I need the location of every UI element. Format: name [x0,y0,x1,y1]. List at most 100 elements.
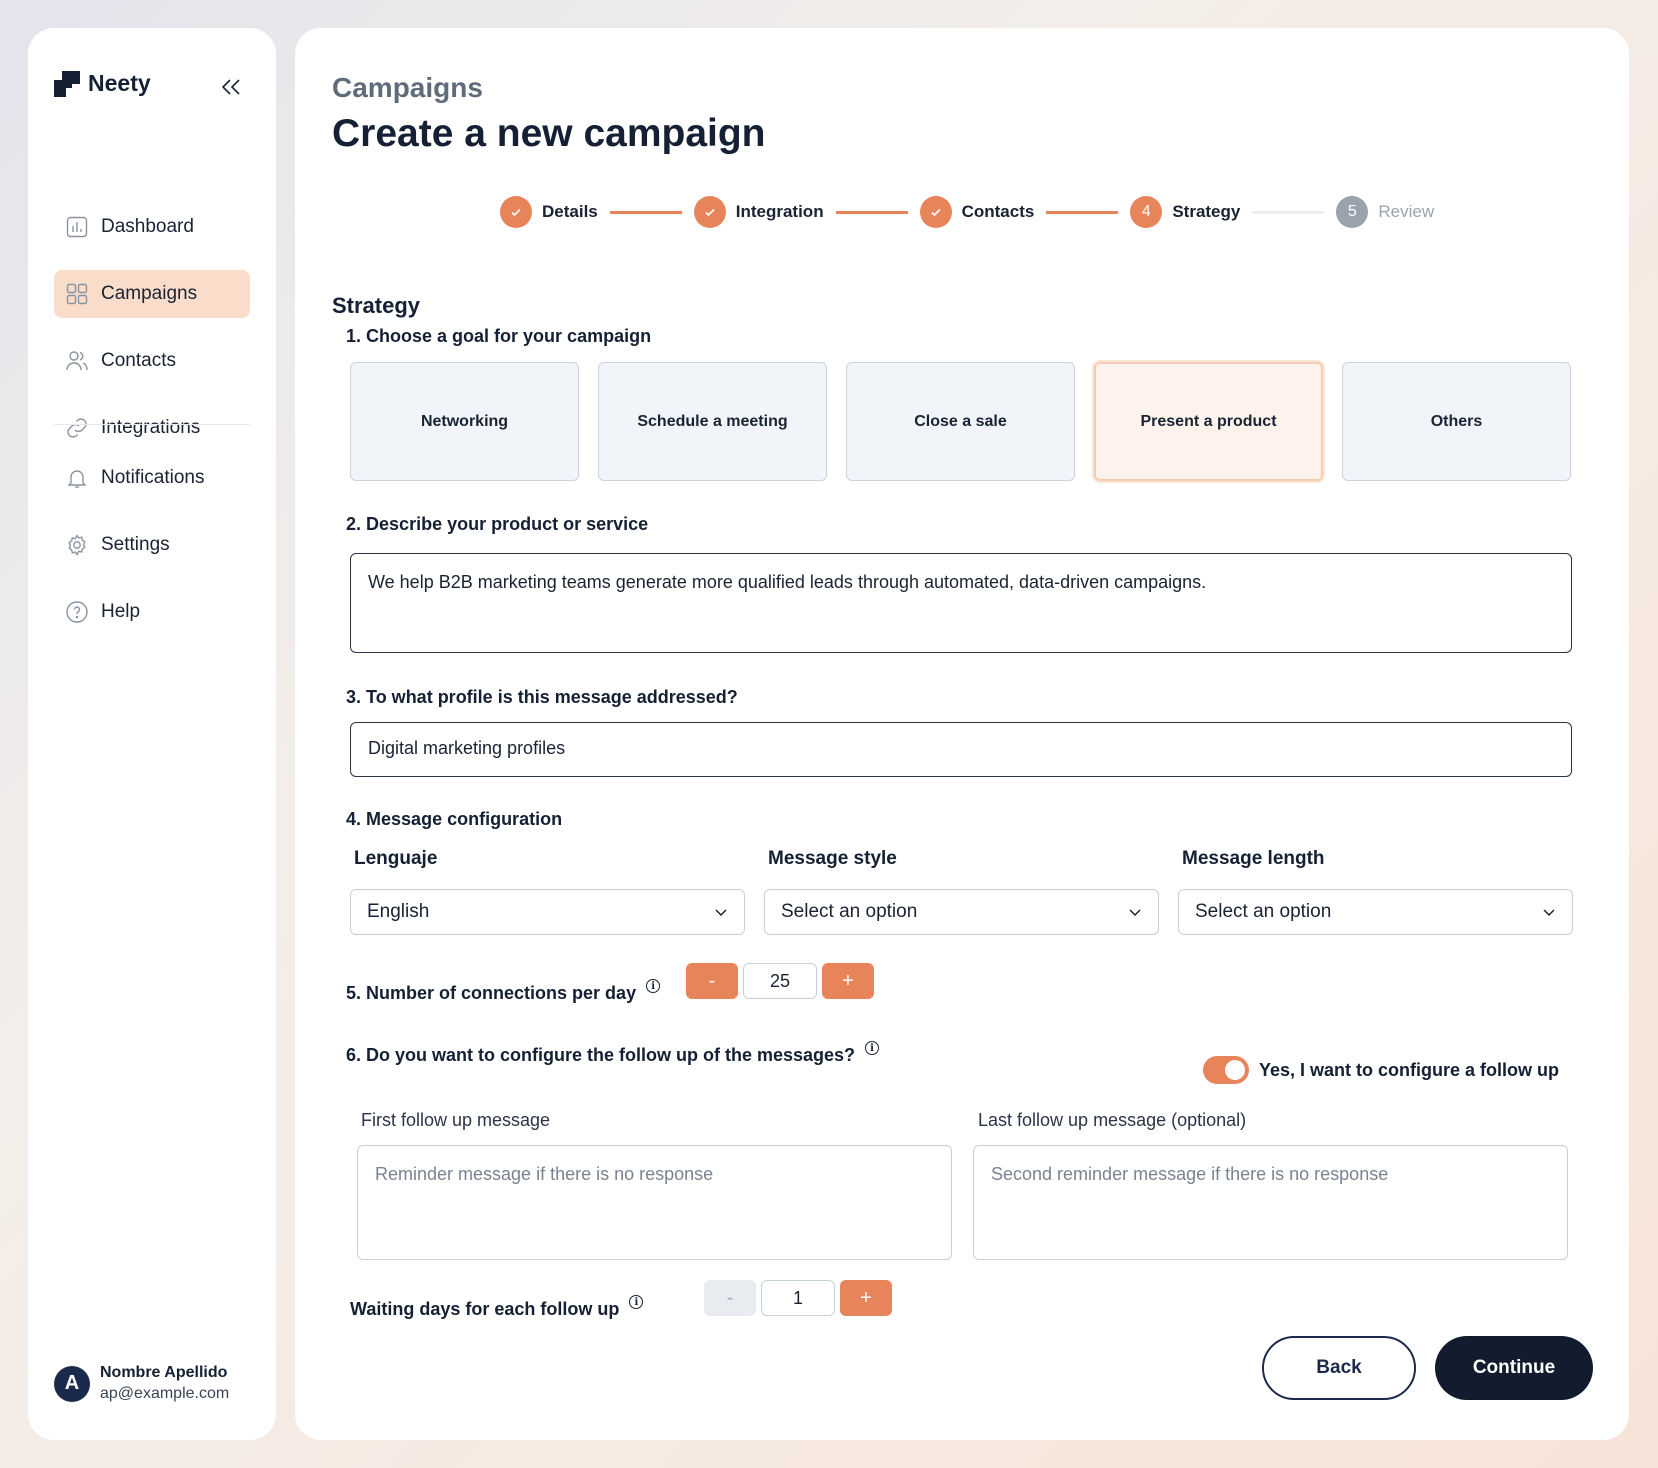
increment-button[interactable]: + [822,963,874,999]
secondary-nav: Notifications Settings Help [54,454,250,655]
primary-nav: Dashboard Campaigns Contacts Integration… [54,203,250,471]
waiting-days-text: Waiting days for each follow up [350,1299,620,1319]
step-label: Contacts [961,202,1035,221]
sidebar-item-campaigns[interactable]: Campaigns [54,270,250,318]
step-connector [835,210,908,214]
sidebar-item-notifications[interactable]: Notifications [54,454,250,502]
brand-name: Neety [88,70,151,96]
question-number: 1. [346,326,362,346]
link-icon [67,418,87,438]
chevron-down-icon [1129,908,1141,916]
sidebar-item-dashboard[interactable]: Dashboard [54,203,250,251]
message-length-select[interactable]: Select an option [1178,889,1573,935]
question-label: To what profile is this message addresse… [366,687,738,707]
step-review[interactable]: 5 Review [1336,196,1434,228]
question-profile: 3. To what profile is this message addre… [346,687,738,708]
step-details[interactable]: Details [500,196,598,228]
question-label: Number of connections per day [366,983,637,1003]
goal-option-networking[interactable]: Networking [350,362,579,481]
waiting-days-input[interactable]: 1 [761,1280,835,1316]
progress-stepper: Details Integration Contacts 4 Strategy … [500,196,1434,228]
section-title: Strategy [332,293,421,318]
language-select[interactable]: English [350,889,745,935]
message-length-label: Message length [1182,848,1325,869]
step-label: Integration [735,202,824,221]
question-follow-up: 6. Do you want to configure the follow u… [346,1041,880,1066]
waiting-days-label: Waiting days for each follow up i [350,1295,644,1320]
user-profile[interactable]: A Nombre Apellido ap@example.com [54,1364,229,1403]
product-description-textarea[interactable]: We help B2B marketing teams generate mor… [350,553,1572,653]
neety-logo-icon [54,70,80,97]
step-strategy[interactable]: 4 Strategy [1130,196,1240,228]
follow-up-toggle-label: Yes, I want to configure a follow up [1259,1060,1560,1080]
sidebar-item-label: Contacts [101,350,176,371]
step-label: Strategy [1172,202,1241,221]
sidebar-item-integrations[interactable]: Integrations [54,404,250,452]
question-description: 2. Describe your product or service [346,514,648,535]
step-connector [609,210,682,214]
collapse-sidebar-button[interactable] [214,70,248,104]
question-connections: 5. Number of connections per day i [346,979,661,1004]
step-connector [1046,210,1119,214]
step-label: Details [542,202,598,221]
info-icon[interactable]: i [865,1041,880,1055]
sidebar-item-label: Help [101,601,141,622]
check-icon [500,196,532,228]
brand-logo[interactable]: Neety [54,70,151,97]
step-integration[interactable]: Integration [693,196,824,228]
question-label: Do you want to configure the follow up o… [366,1045,856,1065]
info-icon[interactable]: i [646,979,661,993]
question-goal: 1. Choose a goal for your campaign [346,326,651,347]
sidebar-item-help[interactable]: Help [54,588,250,636]
step-label: Review [1378,202,1435,221]
step-contacts[interactable]: Contacts [919,196,1035,228]
question-label: Choose a goal for your campaign [366,326,652,346]
step-number: 5 [1336,196,1369,228]
sidebar-item-label: Dashboard [101,216,194,237]
last-follow-up-textarea[interactable]: Second reminder message if there is no r… [973,1145,1568,1260]
target-profile-input[interactable]: Digital marketing profiles [350,722,1572,777]
back-button[interactable]: Back [1262,1336,1416,1400]
sidebar-divider [54,424,250,425]
sidebar: Neety Dashboard Campaigns Contacts Integ… [28,28,276,1440]
sidebar-item-settings[interactable]: Settings [54,521,250,569]
message-style-select[interactable]: Select an option [764,889,1159,935]
first-follow-up-label: First follow up message [361,1110,551,1130]
chevron-down-icon [1543,908,1555,916]
sidebar-item-label: Integrations [101,417,201,438]
check-icon [693,196,726,228]
avatar: A [54,1365,90,1402]
question-number: 6. [346,1045,362,1065]
sidebar-item-label: Notifications [101,467,205,488]
decrement-button[interactable]: - [704,1280,756,1316]
language-value: English [367,901,430,922]
sidebar-item-label: Settings [101,534,170,555]
info-icon[interactable]: i [629,1295,644,1309]
chevron-down-icon [715,908,727,916]
goal-option-schedule-meeting[interactable]: Schedule a meeting [598,362,827,481]
goal-option-present-product[interactable]: Present a product [1094,362,1323,481]
message-style-value: Select an option [781,901,918,922]
message-length-value: Select an option [1195,901,1332,922]
goal-option-others[interactable]: Others [1342,362,1571,481]
goal-option-close-sale[interactable]: Close a sale [846,362,1075,481]
increment-button[interactable]: + [840,1280,892,1316]
user-name: Nombre Apellido [100,1364,228,1381]
question-number: 4. [346,809,362,829]
follow-up-toggle[interactable] [1203,1056,1249,1084]
question-number: 2. [346,514,362,534]
gear-icon [68,534,86,556]
user-info: Nombre Apellido ap@example.com [100,1364,229,1403]
question-number: 3. [346,687,362,707]
waiting-days-stepper: - 1 + [704,1280,892,1316]
chevrons-left-icon [221,79,240,95]
sidebar-item-contacts[interactable]: Contacts [54,337,250,385]
connections-input[interactable]: 25 [743,963,817,999]
question-label: Message configuration [366,809,563,829]
grid-icon [66,283,88,305]
continue-button[interactable]: Continue [1435,1336,1593,1400]
decrement-button[interactable]: - [686,963,738,999]
breadcrumb[interactable]: Campaigns [332,72,483,104]
sidebar-item-label: Campaigns [101,283,198,304]
first-follow-up-textarea[interactable]: Reminder message if there is no response [357,1145,952,1260]
